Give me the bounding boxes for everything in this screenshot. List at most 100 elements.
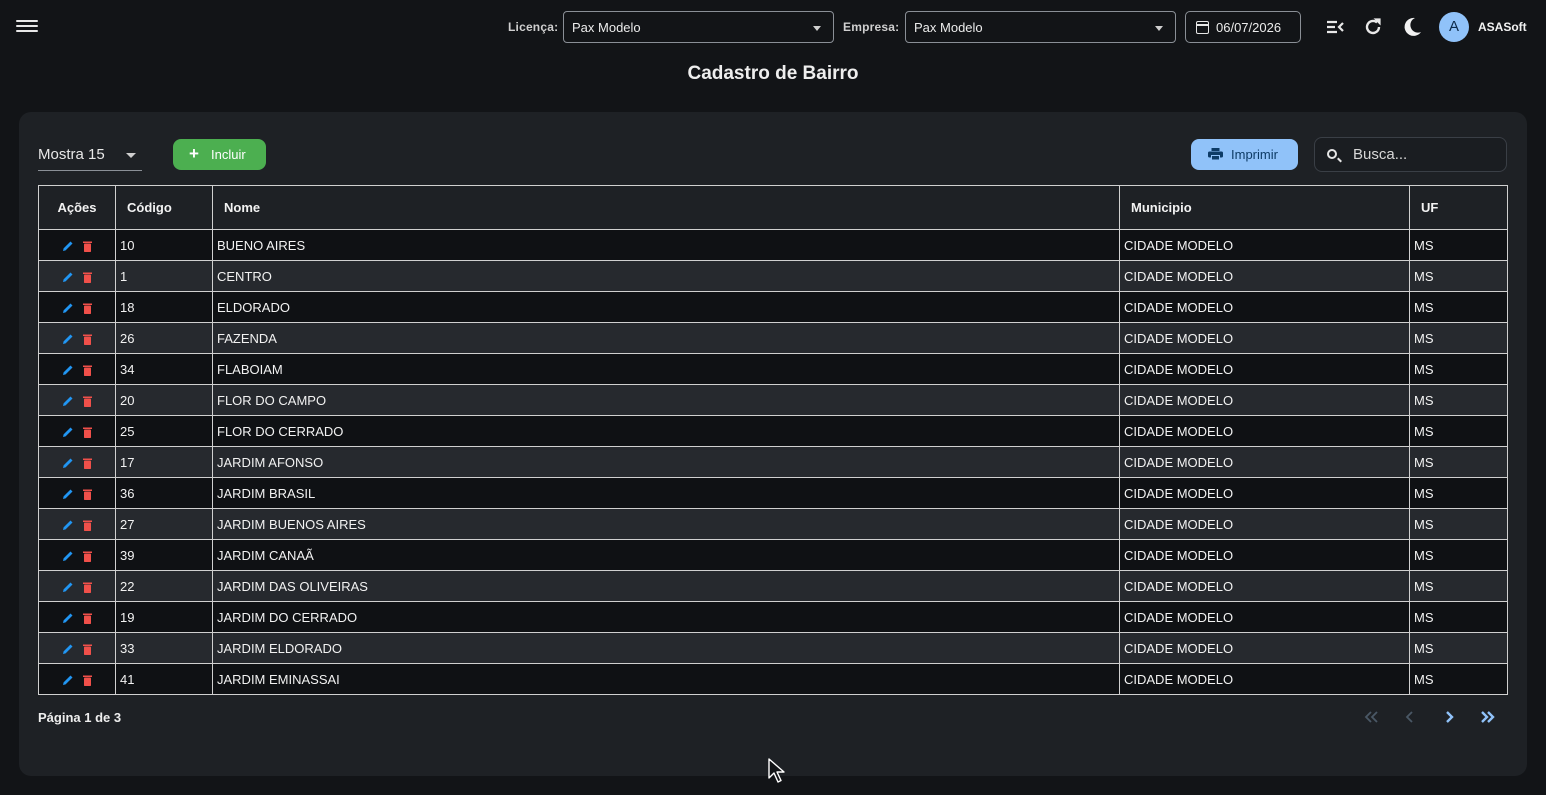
- cell-nome: JARDIM ELDORADO: [212, 632, 1120, 664]
- table-row[interactable]: 20 FLOR DO CAMPO CIDADE MODELO MS: [38, 384, 1508, 416]
- empresa-select[interactable]: Pax Modelo: [905, 11, 1176, 43]
- hamburger-menu-icon[interactable]: [16, 17, 38, 37]
- user-name[interactable]: ASASoft: [1478, 20, 1527, 34]
- pencil-icon[interactable]: [62, 333, 74, 345]
- pencil-icon[interactable]: [62, 612, 74, 624]
- trash-icon[interactable]: [83, 396, 92, 407]
- trash-icon[interactable]: [83, 675, 92, 686]
- pencil-icon[interactable]: [62, 457, 74, 469]
- cell-nome: JARDIM BUENOS AIRES: [212, 508, 1120, 540]
- trash-icon[interactable]: [83, 644, 92, 655]
- table-row[interactable]: 27 JARDIM BUENOS AIRES CIDADE MODELO MS: [38, 508, 1508, 540]
- pencil-icon[interactable]: [62, 488, 74, 500]
- table-row[interactable]: 26 FAZENDA CIDADE MODELO MS: [38, 322, 1508, 354]
- row-actions: [38, 477, 116, 509]
- cell-nome: FLOR DO CAMPO: [212, 384, 1120, 416]
- table-row[interactable]: 41 JARDIM EMINASSAI CIDADE MODELO MS: [38, 663, 1508, 695]
- avatar-letter: A: [1448, 18, 1459, 35]
- bairro-table: Ações Código Nome Municipio UF 10 BUENO A…: [38, 185, 1508, 695]
- cell-uf: MS: [1409, 446, 1508, 478]
- cell-uf: MS: [1409, 229, 1508, 261]
- previous-page-icon[interactable]: [1399, 706, 1421, 728]
- cell-codigo: 26: [115, 322, 213, 354]
- chevron-down-icon: [126, 153, 136, 158]
- column-header-acoes: Ações: [38, 185, 116, 230]
- row-actions: [38, 570, 116, 602]
- table-row[interactable]: 10 BUENO AIRES CIDADE MODELO MS: [38, 229, 1508, 261]
- trash-icon[interactable]: [83, 272, 92, 283]
- add-button-label: Incluir: [211, 147, 246, 162]
- top-bar: Licença: Pax Modelo Empresa: Pax Modelo …: [0, 0, 1546, 56]
- pencil-icon[interactable]: [62, 240, 74, 252]
- table-row[interactable]: 1 CENTRO CIDADE MODELO MS: [38, 260, 1508, 292]
- page-title: Cadastro de Bairro: [687, 63, 859, 84]
- search-icon: [1327, 149, 1337, 159]
- next-page-icon[interactable]: [1438, 706, 1460, 728]
- page-size-select[interactable]: Mostra 15: [38, 139, 142, 171]
- cell-uf: MS: [1409, 291, 1508, 323]
- cell-codigo: 36: [115, 477, 213, 509]
- first-page-icon[interactable]: [1360, 706, 1382, 728]
- search-input[interactable]: [1353, 146, 1498, 163]
- cell-uf: MS: [1409, 322, 1508, 354]
- trash-icon[interactable]: [83, 489, 92, 500]
- trash-icon[interactable]: [83, 520, 92, 531]
- table-row[interactable]: 34 FLABOIAM CIDADE MODELO MS: [38, 353, 1508, 385]
- pencil-icon[interactable]: [62, 364, 74, 376]
- print-button[interactable]: Imprimir: [1191, 139, 1298, 170]
- table-row[interactable]: 36 JARDIM BRASIL CIDADE MODELO MS: [38, 477, 1508, 509]
- avatar[interactable]: A: [1439, 12, 1469, 42]
- trash-icon[interactable]: [83, 241, 92, 252]
- pencil-icon[interactable]: [62, 674, 74, 686]
- pencil-icon[interactable]: [62, 426, 74, 438]
- column-header-codigo[interactable]: Código: [115, 185, 213, 230]
- trash-icon[interactable]: [83, 582, 92, 593]
- trash-icon[interactable]: [83, 334, 92, 345]
- table-header-row: Ações Código Nome Municipio UF: [38, 185, 1508, 230]
- printer-icon: [1208, 148, 1223, 160]
- cell-codigo: 17: [115, 446, 213, 478]
- empresa-label: Empresa:: [843, 20, 900, 34]
- add-button[interactable]: + Incluir: [173, 139, 266, 170]
- table-row[interactable]: 25 FLOR DO CERRADO CIDADE MODELO MS: [38, 415, 1508, 447]
- table-row[interactable]: 19 JARDIM DO CERRADO CIDADE MODELO MS: [38, 601, 1508, 633]
- trash-icon[interactable]: [83, 365, 92, 376]
- collapse-menu-icon[interactable]: [1323, 15, 1347, 39]
- trash-icon[interactable]: [83, 427, 92, 438]
- table-row[interactable]: 17 JARDIM AFONSO CIDADE MODELO MS: [38, 446, 1508, 478]
- column-header-uf[interactable]: UF: [1409, 185, 1508, 230]
- pencil-icon[interactable]: [62, 581, 74, 593]
- licenca-select[interactable]: Pax Modelo: [563, 11, 834, 43]
- table-row[interactable]: 18 ELDORADO CIDADE MODELO MS: [38, 291, 1508, 323]
- table-row[interactable]: 22 JARDIM DAS OLIVEIRAS CIDADE MODELO MS: [38, 570, 1508, 602]
- pencil-icon[interactable]: [62, 395, 74, 407]
- trash-icon[interactable]: [83, 303, 92, 314]
- cell-codigo: 25: [115, 415, 213, 447]
- pencil-icon[interactable]: [62, 643, 74, 655]
- pencil-icon[interactable]: [62, 271, 74, 283]
- row-actions: [38, 322, 116, 354]
- pencil-icon[interactable]: [62, 550, 74, 562]
- cell-codigo: 39: [115, 539, 213, 571]
- row-actions: [38, 384, 116, 416]
- cell-municipio: CIDADE MODELO: [1119, 477, 1410, 509]
- cell-municipio: CIDADE MODELO: [1119, 415, 1410, 447]
- row-actions: [38, 260, 116, 292]
- pencil-icon[interactable]: [62, 519, 74, 531]
- last-page-icon[interactable]: [1477, 706, 1499, 728]
- cell-codigo: 27: [115, 508, 213, 540]
- trash-icon[interactable]: [83, 613, 92, 624]
- column-header-municipio[interactable]: Municipio: [1119, 185, 1410, 230]
- date-picker-button[interactable]: 06/07/2026: [1185, 11, 1301, 43]
- table-row[interactable]: 33 JARDIM ELDORADO CIDADE MODELO MS: [38, 632, 1508, 664]
- dark-mode-moon-icon[interactable]: [1400, 15, 1424, 39]
- table-row[interactable]: 39 JARDIM CANAÃ CIDADE MODELO MS: [38, 539, 1508, 571]
- refresh-icon[interactable]: [1361, 15, 1385, 39]
- row-actions: [38, 539, 116, 571]
- trash-icon[interactable]: [83, 551, 92, 562]
- pencil-icon[interactable]: [62, 302, 74, 314]
- cell-uf: MS: [1409, 632, 1508, 664]
- column-header-nome[interactable]: Nome: [212, 185, 1120, 230]
- pagination-info: Página 1 de 3: [38, 710, 122, 725]
- trash-icon[interactable]: [83, 458, 92, 469]
